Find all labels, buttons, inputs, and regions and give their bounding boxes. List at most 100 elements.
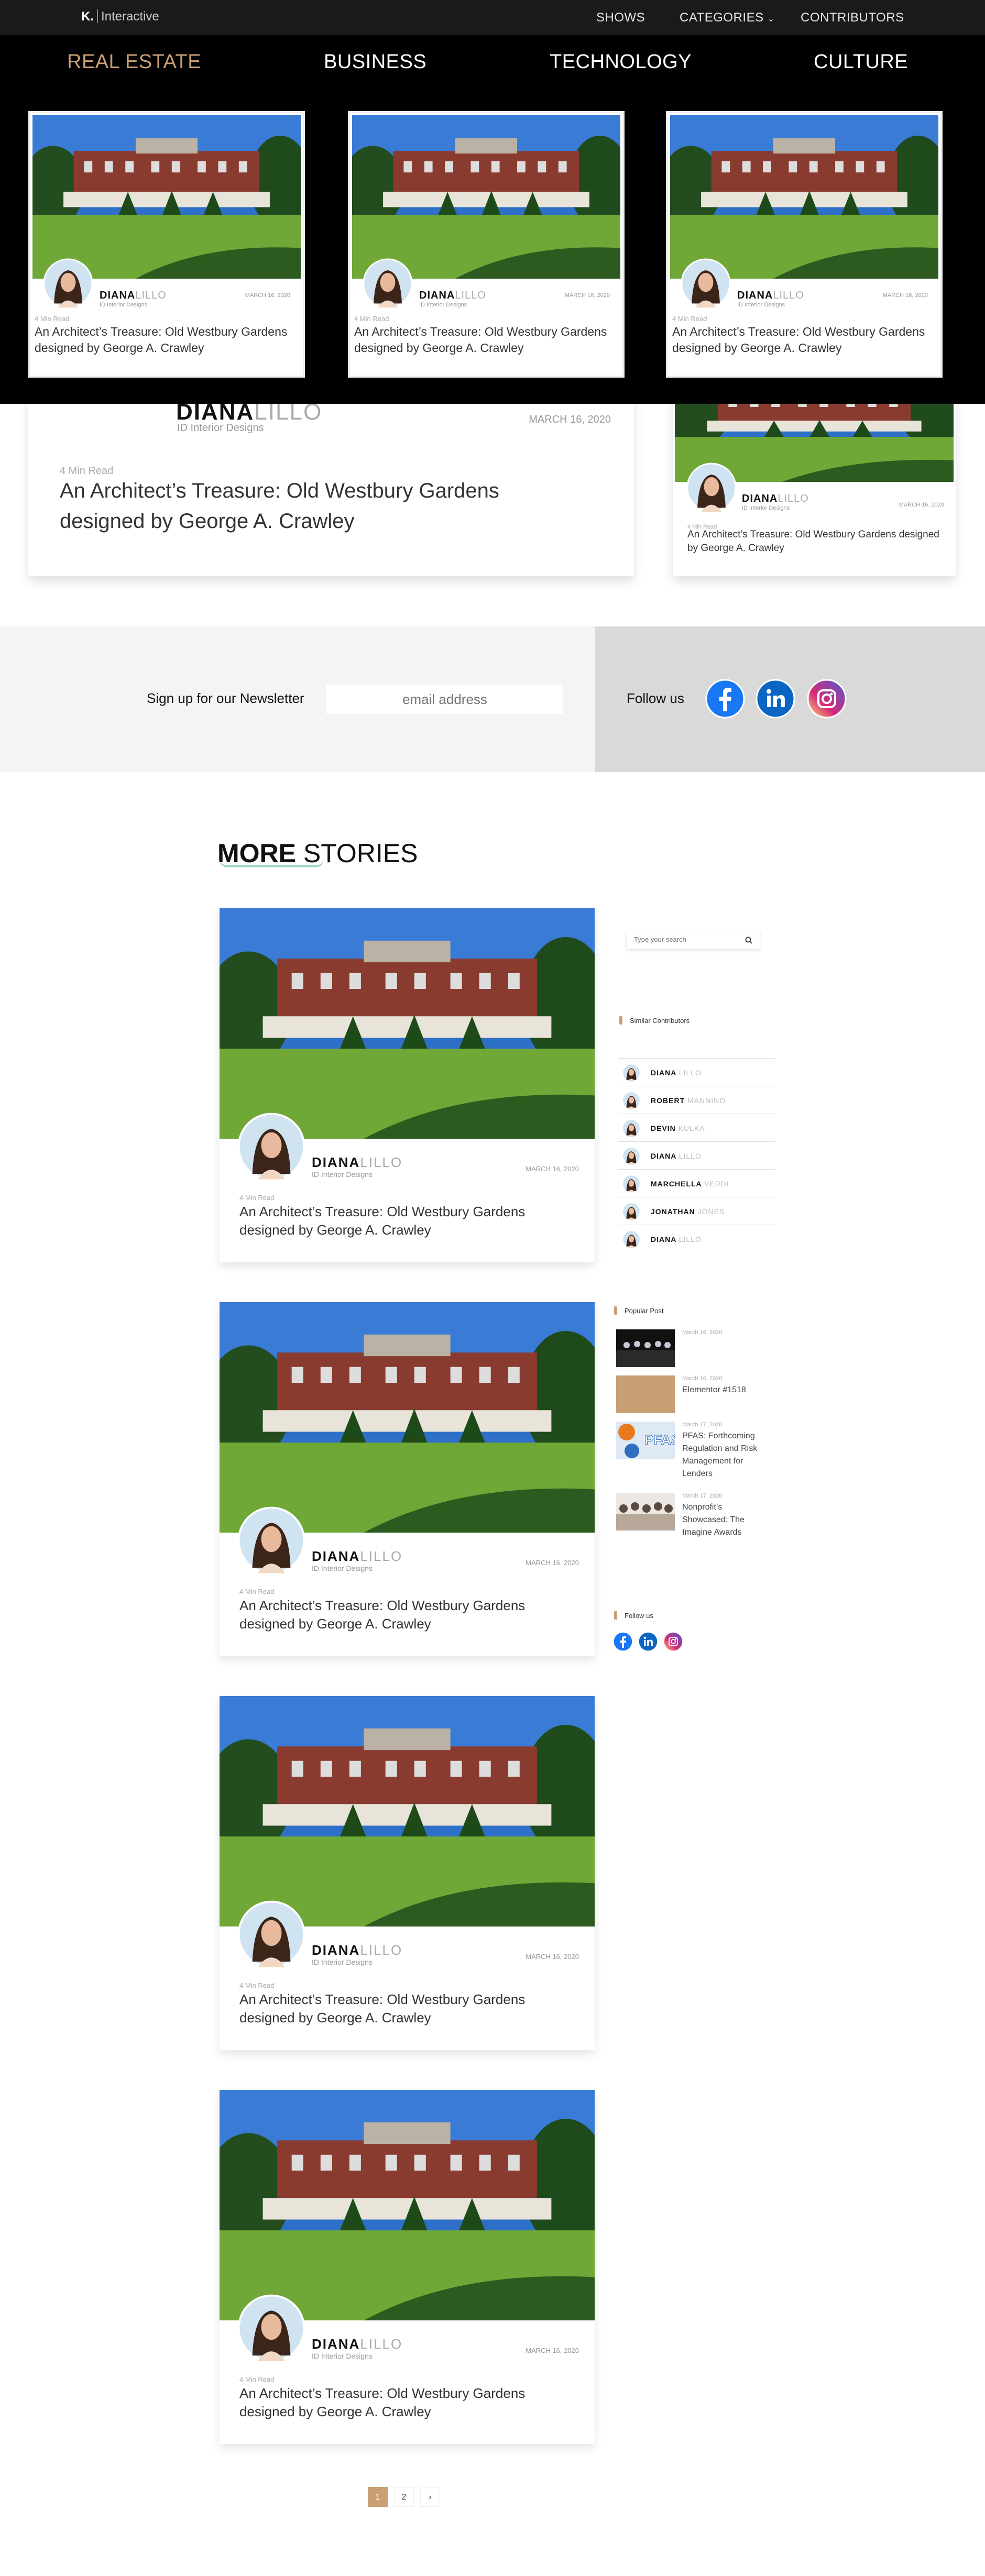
contributor-name: MARCHELLA VERDI xyxy=(651,1180,729,1188)
svg-text:PFAS: PFAS xyxy=(644,1432,675,1448)
newsletter-label: Sign up for our Newsletter xyxy=(147,690,304,706)
post-title[interactable]: An Architect’s Treasure: Old Westbury Ga… xyxy=(35,324,302,356)
contributor-item[interactable]: MARCHELLA VERDI xyxy=(618,1169,775,1197)
contributor-name: DIANA LILLO xyxy=(651,1069,702,1077)
follow-us-section: Follow us xyxy=(595,626,985,772)
post-date: MARCH 16, 2020 xyxy=(526,1165,579,1173)
mega-post-card[interactable]: DIANALILLO ID Interior Designs MARCH 16,… xyxy=(666,111,943,378)
follow-us-label: Follow us xyxy=(627,690,684,706)
post-date: March 16, 2020 xyxy=(682,1329,723,1336)
contributor-item[interactable]: ROBERT MANNINO xyxy=(618,1086,775,1114)
post-title[interactable]: An Architect’s Treasure: Old Westbury Ga… xyxy=(354,324,621,356)
author-name[interactable]: DIANALILLO xyxy=(312,1942,402,1958)
post-image xyxy=(32,115,301,279)
linkedin-icon[interactable] xyxy=(638,1632,658,1652)
post-image xyxy=(220,2090,595,2320)
contributor-name: DIANA LILLO xyxy=(651,1235,702,1243)
popular-post-item[interactable]: PFAS March 17, 2020 PFAS: Forthcoming Re… xyxy=(616,1422,768,1478)
read-time: 4 Min Read xyxy=(239,2375,275,2383)
sidebar-search xyxy=(627,931,760,949)
page-1-button[interactable]: 1 xyxy=(368,2487,388,2507)
post-date: MARCH 16, 2020 xyxy=(245,292,290,299)
mega-category-culture[interactable]: CULTURE xyxy=(814,51,908,73)
post-title[interactable]: Elementor #1518 xyxy=(682,1384,766,1396)
contributor-item[interactable]: DIANA LILLO xyxy=(618,1141,775,1169)
avatar xyxy=(622,1230,640,1248)
popular-post-item[interactable]: March 17, 2020 Nonprofit’s Showcased: Th… xyxy=(616,1493,768,1545)
story-card[interactable]: DIANALILLO ID Interior Designs MARCH 16,… xyxy=(220,1302,595,1656)
instagram-icon[interactable] xyxy=(807,679,847,719)
read-time: 4 Min Read xyxy=(354,315,389,323)
author-name[interactable]: DIANALILLO xyxy=(312,2336,402,2352)
author-role: ID Interior Designs xyxy=(312,1564,373,1572)
linkedin-icon[interactable] xyxy=(756,679,795,719)
author-name[interactable]: DIANALILLO xyxy=(312,1548,402,1565)
mega-category-technology[interactable]: TECHNOLOGY xyxy=(550,51,692,73)
post-date: MARCH 16, 2020 xyxy=(882,292,928,299)
avatar xyxy=(622,1064,640,1082)
post-title[interactable]: An Architect’s Treasure: Old Westbury Ga… xyxy=(672,324,939,356)
post-title[interactable]: An Architect’s Treasure: Old Westbury Ga… xyxy=(687,528,949,555)
read-time: 4 Min Read xyxy=(239,1588,275,1595)
author-name[interactable]: DIANALILLO xyxy=(419,290,486,302)
story-card[interactable]: DIANALILLO ID Interior Designs MARCH 16,… xyxy=(220,1696,595,2050)
next-page-button[interactable]: › xyxy=(420,2487,440,2507)
facebook-icon[interactable] xyxy=(613,1632,633,1652)
author-role: ID Interior Designs xyxy=(177,422,264,434)
nav-shows[interactable]: SHOWS xyxy=(596,10,645,25)
popular-post-item[interactable]: March 16, 2020 Elementor #1518 xyxy=(616,1375,768,1413)
contributor-item[interactable]: DIANA LILLO xyxy=(618,1225,775,1252)
instagram-icon[interactable] xyxy=(663,1632,683,1652)
post-thumbnail xyxy=(616,1375,675,1413)
author-name[interactable]: DIANALILLO xyxy=(737,290,804,302)
mega-post-card[interactable]: DIANALILLO ID Interior Designs MARCH 16,… xyxy=(348,111,625,378)
post-image xyxy=(220,1696,595,1927)
post-date: MARCH 16, 2020 xyxy=(526,1953,579,1961)
author-role: ID Interior Designs xyxy=(100,302,148,308)
author-avatar xyxy=(237,2294,305,2362)
contributor-name: DEVIN KULKA xyxy=(651,1124,705,1132)
author-avatar xyxy=(237,1113,305,1181)
author-name[interactable]: DIANALILLO xyxy=(312,1154,402,1171)
heading-underline xyxy=(219,859,324,867)
nav-contributors[interactable]: CONTRIBUTORS xyxy=(801,10,904,25)
contributor-name: ROBERT MANNINO xyxy=(651,1096,726,1105)
story-card[interactable]: DIANALILLO ID Interior Designs MARCH 16,… xyxy=(220,2090,595,2444)
popular-post-item[interactable]: March 16, 2020 xyxy=(616,1329,768,1367)
post-thumbnail xyxy=(616,1329,675,1367)
avatar xyxy=(622,1092,640,1109)
page-2-button[interactable]: 2 xyxy=(394,2487,414,2507)
post-title[interactable]: An Architect’s Treasure: Old Westbury Ga… xyxy=(60,476,584,536)
search-icon[interactable] xyxy=(745,937,752,944)
facebook-icon[interactable] xyxy=(705,679,745,719)
avatar xyxy=(622,1203,640,1220)
post-title[interactable]: An Architect’s Treasure: Old Westbury Ga… xyxy=(239,1597,575,1633)
search-input[interactable] xyxy=(634,935,739,943)
top-navbar: K. Interactive SHOWS CATEGORIES ⌄ CONTRIB… xyxy=(0,0,985,35)
contributor-item[interactable]: DEVIN KULKA xyxy=(618,1114,775,1141)
author-avatar xyxy=(237,1900,305,1968)
author-avatar xyxy=(237,1506,305,1575)
post-thumbnail xyxy=(616,1493,675,1531)
author-name[interactable]: DIANALILLO xyxy=(100,290,167,302)
mega-category-real-estate[interactable]: REAL ESTATE xyxy=(67,51,201,73)
post-title[interactable]: Nonprofit’s Showcased: The Imagine Award… xyxy=(682,1501,766,1539)
author-avatar xyxy=(363,258,413,309)
post-title[interactable]: An Architect’s Treasure: Old Westbury Ga… xyxy=(239,1990,575,2027)
similar-contributors-heading: Similar Contributors xyxy=(619,1016,690,1025)
contributor-item[interactable]: JONATHAN JONES xyxy=(618,1197,775,1225)
story-card[interactable]: DIANALILLO ID Interior Designs MARCH 16,… xyxy=(220,908,595,1262)
nav-categories[interactable]: CATEGORIES ⌄ xyxy=(680,10,775,25)
mega-post-card[interactable]: DIANALILLO ID Interior Designs MARCH 16,… xyxy=(28,111,305,378)
author-name[interactable]: DIANALILLO xyxy=(742,493,809,505)
post-title[interactable]: An Architect’s Treasure: Old Westbury Ga… xyxy=(239,1203,575,1239)
post-title[interactable]: PFAS: Forthcoming Regulation and Risk Ma… xyxy=(682,1430,766,1480)
avatar xyxy=(622,1119,640,1137)
email-field[interactable] xyxy=(326,685,563,714)
post-title[interactable]: An Architect’s Treasure: Old Westbury Ga… xyxy=(239,2384,575,2421)
site-logo[interactable]: K. Interactive xyxy=(81,9,159,24)
contributor-item[interactable]: DIANA LILLO xyxy=(618,1058,775,1086)
read-time: 4 Min Read xyxy=(239,1194,275,1202)
mega-category-business[interactable]: BUSINESS xyxy=(324,51,426,73)
post-image xyxy=(352,115,620,279)
